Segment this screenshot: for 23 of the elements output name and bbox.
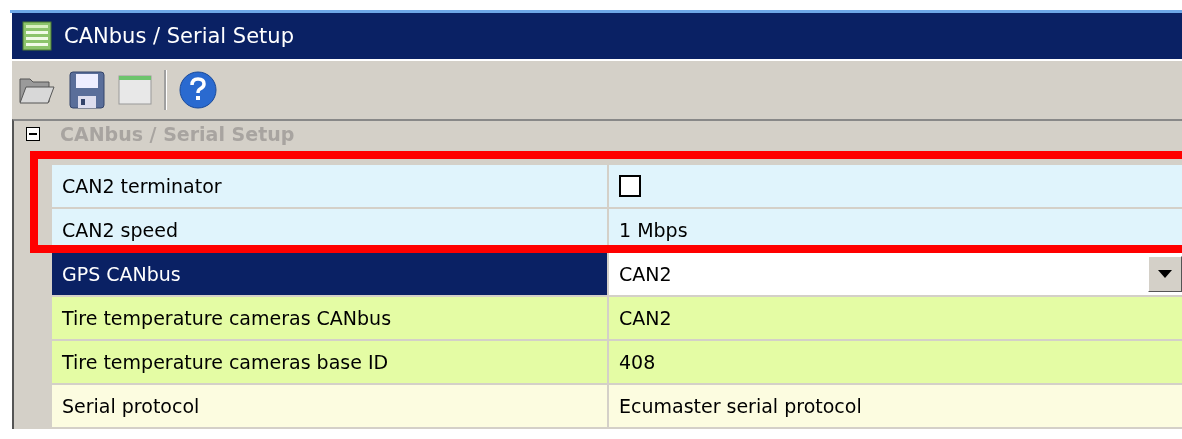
property-value: Ecumaster serial protocol: [619, 395, 862, 417]
property-label: GPS CANbus: [52, 253, 609, 295]
dropdown[interactable]: CAN2: [609, 253, 1182, 295]
checkbox[interactable]: [619, 175, 641, 197]
help-icon[interactable]: [179, 71, 217, 109]
property-row[interactable]: CAN2 terminator: [14, 165, 1182, 209]
window-title: CANbus / Serial Setup: [64, 24, 294, 48]
property-label: Serial protocol: [52, 385, 609, 427]
property-row[interactable]: Tire temperature cameras base ID 408: [14, 341, 1182, 385]
dropdown-value: CAN2: [619, 263, 673, 285]
property-value: 1 Mbps: [619, 219, 688, 241]
save-icon[interactable]: [68, 70, 106, 110]
property-label: Tire temperature cameras CANbus: [52, 297, 609, 339]
property-row[interactable]: Tire temperature cameras CANbus CAN2: [14, 297, 1182, 341]
property-label: Tire temperature cameras base ID: [52, 341, 609, 383]
property-label: CAN2 terminator: [52, 165, 609, 207]
table-icon: [22, 21, 52, 51]
property-label: CAN2 speed: [52, 209, 609, 251]
property-value: CAN2: [619, 307, 672, 329]
property-row[interactable]: GPS CANbus CAN2: [14, 253, 1182, 297]
property-value: 408: [619, 351, 656, 373]
property-row[interactable]: Serial protocol Ecumaster serial protocol: [14, 385, 1182, 429]
collapse-toggle[interactable]: [26, 127, 40, 141]
